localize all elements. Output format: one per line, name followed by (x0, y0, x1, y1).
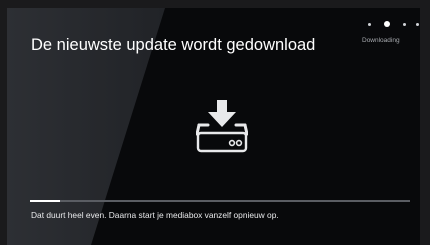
update-screen: De nieuwste update wordt gedownload Down… (7, 8, 420, 245)
progress-bar (30, 200, 410, 202)
step-dot-4 (416, 23, 419, 26)
step-dot-3 (403, 23, 406, 26)
status-label: Downloading (362, 37, 400, 44)
step-dot-1 (368, 23, 371, 26)
step-indicator (366, 20, 420, 30)
info-message: Dat duurt heel even. Daarna start je med… (31, 210, 279, 220)
step-dot-2 (384, 21, 390, 27)
tv-frame: De nieuwste update wordt gedownload Down… (0, 0, 430, 245)
progress-bar-fill (30, 200, 61, 202)
download-to-box-icon (195, 100, 249, 156)
page-title: De nieuwste update wordt gedownload (31, 36, 316, 54)
